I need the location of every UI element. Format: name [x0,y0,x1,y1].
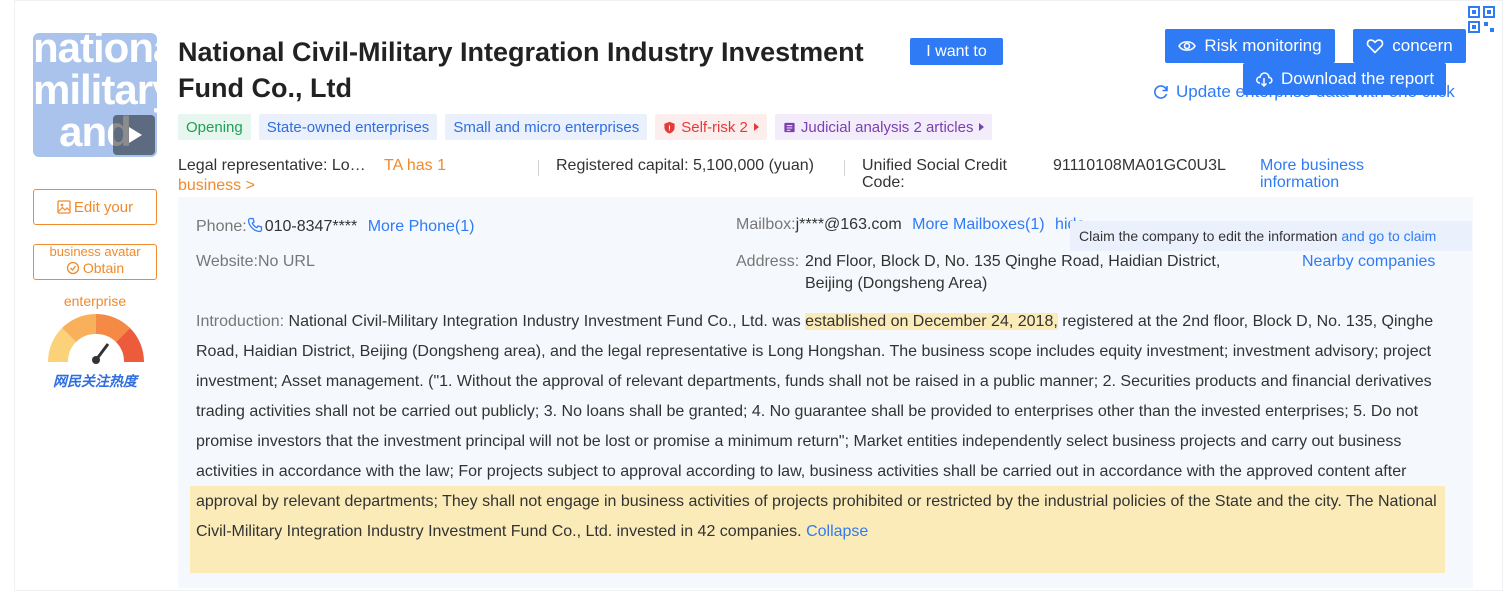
refresh-icon [1154,85,1168,99]
image-icon [57,200,71,214]
more-business-info-link[interactable]: More business information [1260,157,1410,191]
obtain-label: Obtain [82,260,125,276]
ta-has-link[interactable]: TA has 1 [384,157,446,175]
gauge-label: 网民关注热度 [53,373,137,389]
business-link[interactable]: business > [178,177,255,195]
status-badge: Opening [178,114,251,140]
edit-avatar-button[interactable]: Edit your [33,189,157,225]
mailbox-label: Mailbox: [736,216,796,233]
obtain-avatar-button[interactable]: business avatar Obtain [33,244,157,280]
tag-judicial[interactable]: Judicial analysis 2 articles [774,114,993,140]
heart-icon [1366,39,1384,54]
badge-icon [66,261,80,275]
tag-self-risk[interactable]: ! Self-risk 2 [655,114,767,140]
phone-value: 010-8347**** [264,218,358,235]
website-value: No URL [257,253,315,270]
address-label: Address: [736,253,800,270]
registered-capital: Registered capital: 5,100,000 (yuan) [556,157,814,174]
introduction: Introduction: National Civil-Military In… [196,307,1458,547]
more-phone-link[interactable]: More Phone(1) [368,218,475,235]
go-to-claim-link[interactable]: and go to claim [1341,228,1436,244]
caret-right-icon [979,123,985,131]
address-line-1: 2nd Floor, Block D, No. 135 Qinghe Road,… [805,253,1221,270]
intro-part2: registered at the 2nd floor, Block D, No… [196,313,1437,540]
website-label: Website: [196,253,258,270]
nearby-companies-link[interactable]: Nearby companies [1302,253,1435,271]
phone-icon [247,217,262,233]
caret-right-icon [753,123,759,131]
mailbox-row: Mailbox:j****@163.com More Mailboxes(1) … [736,216,1085,234]
heat-gauge-icon [47,313,145,364]
play-icon[interactable] [113,115,155,155]
legal-representative: Legal representative: Long Hongshan [178,157,368,174]
tag-state-owned[interactable]: State-owned enterprises [258,114,438,140]
uscc-value: 91110108MA01GC0U3L [1053,157,1226,174]
address-line-2: Beijing (Dongsheng Area) [805,275,988,292]
eye-icon [1178,41,1197,51]
book-icon [784,122,795,132]
mailbox-value: j****@163.com [795,216,902,233]
website-row: Website:No URL [196,253,315,271]
company-logo[interactable]: national military and civilian [33,33,157,157]
divider [538,160,539,176]
collapse-link[interactable]: Collapse [806,523,868,540]
risk-monitoring-button[interactable]: Risk monitoring [1165,29,1335,63]
phone-row: Phone: 010-8347**** More Phone(1) [196,217,474,236]
uscc-label: Unified Social Credit Code: [862,157,1007,191]
gauge-title: enterprise [63,293,127,309]
concern-button[interactable]: concern [1353,29,1466,63]
tag-small-micro[interactable]: Small and micro enterprises [445,114,648,140]
more-mailboxes-link[interactable]: More Mailboxes(1) [912,216,1044,233]
tag-list: Opening State-owned enterprises Small an… [178,114,993,140]
svg-text:!: ! [668,123,670,132]
intro-label: Introduction: [196,313,285,330]
qr-code-icon[interactable] [1467,5,1497,35]
edit-avatar-label: Edit your [73,198,134,216]
claim-text: Claim the company to edit the informatio… [1079,228,1338,244]
divider [844,160,845,176]
phone-label: Phone: [196,218,247,235]
company-name: National Civil-Military Integration Indu… [178,37,864,103]
established-date-highlight: established on December 24, 2018, [805,313,1058,330]
shield-icon: ! [664,121,675,134]
cloud-download-icon [1255,72,1273,88]
claim-tooltip: Claim the company to edit the informatio… [1070,221,1472,251]
business-avatar-label: business avatar [49,244,141,259]
download-report-button[interactable]: Download the report [1243,63,1446,95]
i-want-to-button[interactable]: I want to [910,38,1003,65]
intro-part1: National Civil-Military Integration Indu… [284,313,806,330]
